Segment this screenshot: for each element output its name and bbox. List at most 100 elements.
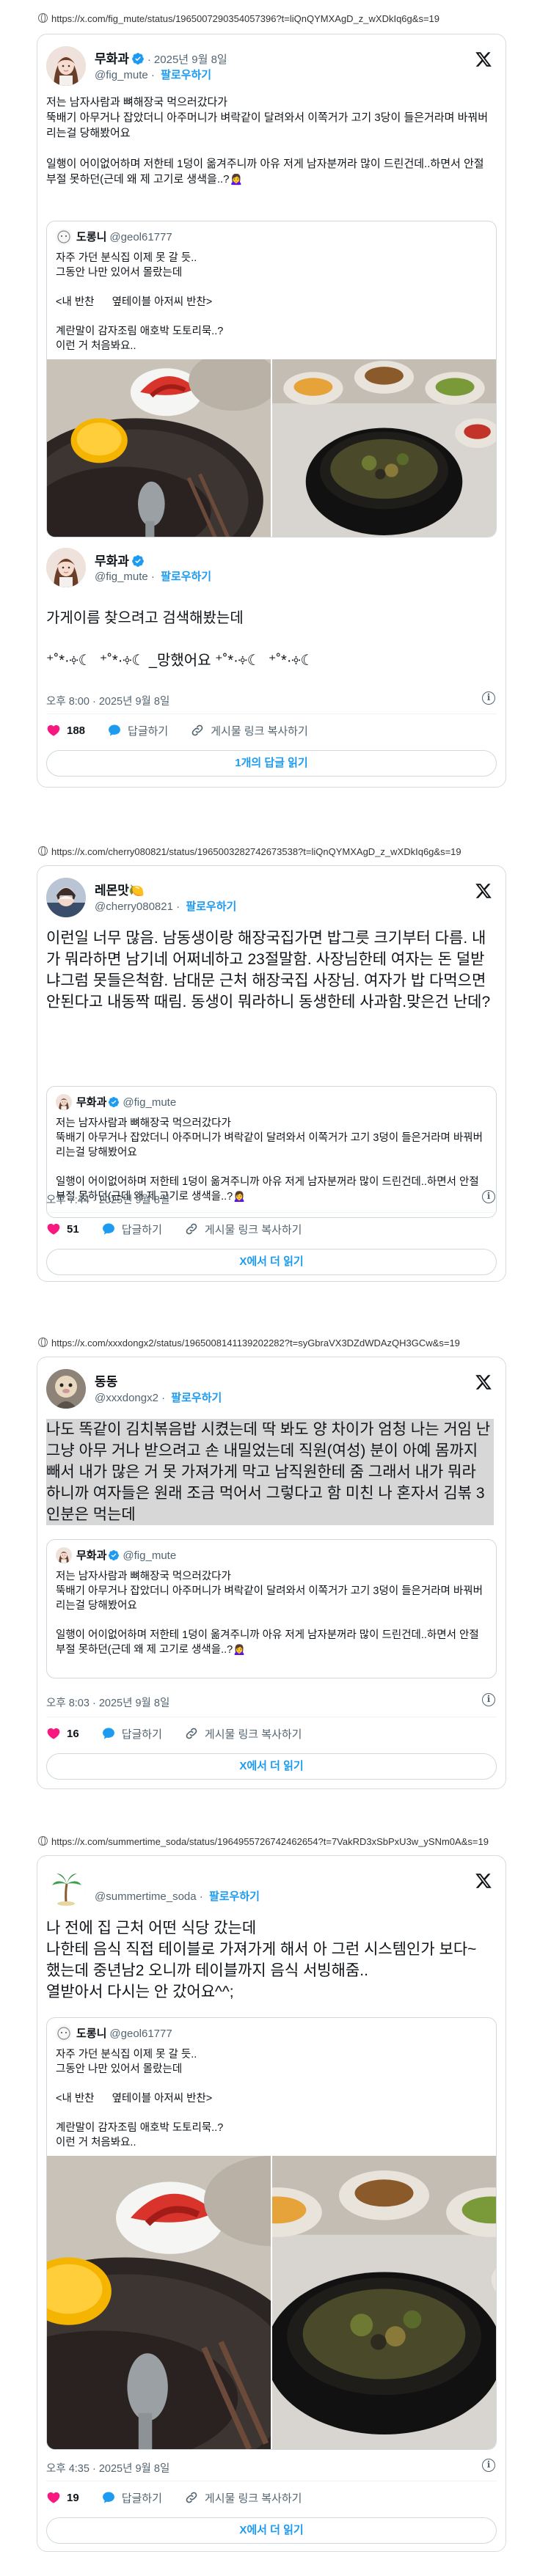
link-icon xyxy=(184,1222,199,1236)
reply-avatar[interactable] xyxy=(46,548,86,587)
author-name[interactable]: 동동 xyxy=(95,1375,117,1389)
read-more-button[interactable]: X에서 더 읽기 xyxy=(46,1249,497,1275)
copy-link-button[interactable]: 게시물 링크 복사하기 xyxy=(190,723,308,738)
tweet-text: 나도 똑같이 김치볶음밥 시켰는데 딱 봐도 양 차이가 엄청 나는 거임 난 … xyxy=(46,1419,494,1525)
url-text: https://x.com/summertime_soda/status/196… xyxy=(51,1835,489,1847)
author-name[interactable]: 레몬맛🍋 xyxy=(95,884,145,898)
action-bar: 19 답글하기 게시물 링크 복사하기 xyxy=(46,2488,497,2507)
quote-author-name: 도롱니 xyxy=(76,2028,107,2040)
like-count: 188 xyxy=(67,724,86,737)
globe-icon xyxy=(38,846,48,856)
avatar[interactable] xyxy=(46,46,86,86)
quote-author-handle: @fig_mute xyxy=(123,1549,177,1562)
like-button[interactable]: 51 xyxy=(46,1222,79,1236)
info-icon[interactable]: i xyxy=(482,691,495,705)
quote-text: 자주 가던 분식집 이제 못 갈 듯.. 그동안 나만 있어서 몰랐는데 <내 … xyxy=(56,2049,224,2148)
quote-avatar xyxy=(56,1094,72,1110)
read-more-button[interactable]: X에서 더 읽기 xyxy=(46,2517,497,2544)
tweet-timestamp[interactable]: 오후 8:03 · 2025년 9월 8일 xyxy=(46,1695,169,1710)
copy-link-button[interactable]: 게시물 링크 복사하기 xyxy=(184,2490,302,2506)
follow-button[interactable]: 팔로우하기 xyxy=(186,900,236,913)
tweet-text: 나 전에 집 근처 어떤 식당 갔는데 나한테 음식 직접 테이블로 가져가게 … xyxy=(46,1920,477,2000)
url-bar[interactable]: https://x.com/fig_mute/status/1965007290… xyxy=(0,10,551,26)
verified-badge-icon xyxy=(108,1096,120,1108)
heart-icon xyxy=(46,2490,61,2505)
reply-icon xyxy=(101,1726,116,1741)
info-icon[interactable]: i xyxy=(482,1190,495,1203)
globe-icon xyxy=(38,13,48,23)
screenshot-capture-2: https://x.com/cherry080821/status/196500… xyxy=(0,843,551,1283)
quote-avatar xyxy=(56,229,72,245)
follow-button[interactable]: 팔로우하기 xyxy=(209,1890,260,1903)
follow-button[interactable]: 팔로우하기 xyxy=(161,69,211,81)
info-icon[interactable]: i xyxy=(482,1693,495,1706)
x-logo-icon[interactable] xyxy=(475,882,492,900)
quote-photo-right[interactable] xyxy=(272,2156,496,2449)
author-handle[interactable]: @summertime_soda xyxy=(95,1890,197,1903)
like-count: 16 xyxy=(67,1727,79,1740)
author-handle[interactable]: @xxxdongx2 xyxy=(95,1392,158,1404)
quote-author-handle: @geol61777 xyxy=(109,2028,172,2040)
tweet-date[interactable]: 2025년 9월 8일 xyxy=(154,54,227,66)
url-text: https://x.com/fig_mute/status/1965007290… xyxy=(51,12,439,24)
tweet-card: 동동 @xxxdongx2 · 팔로우하기 나도 똑같이 김치볶음밥 시켰는데 … xyxy=(37,1357,506,1789)
reply-button[interactable]: 답글하기 xyxy=(101,1222,162,1237)
url-bar[interactable]: https://x.com/summertime_soda/status/196… xyxy=(0,1833,551,1849)
x-logo-icon[interactable] xyxy=(475,51,492,68)
tweet-header: @summertime_soda · 팔로우하기 xyxy=(46,1868,497,1909)
avatar[interactable] xyxy=(46,1369,86,1409)
author-handle[interactable]: @cherry080821 xyxy=(95,900,173,913)
heart-icon xyxy=(46,1222,61,1236)
quote-author-handle: @geol61777 xyxy=(109,231,172,243)
verified-badge-icon xyxy=(108,1549,120,1561)
quote-photo-left[interactable] xyxy=(47,2156,271,2449)
quoted-tweet[interactable]: 도롱니 @geol61777 자주 가던 분식집 이제 못 갈 듯.. 그동안 나… xyxy=(46,221,497,537)
avatar[interactable] xyxy=(46,878,86,917)
tweet-text: 이런일 너무 많음. 남동생이랑 해장국집가면 밥그릇 크기부터 다름. 내가 … xyxy=(46,930,491,1010)
tweet-card: 레몬맛🍋 @cherry080821 · 팔로우하기 이런일 너무 많음. 남동… xyxy=(37,865,506,1282)
avatar[interactable] xyxy=(46,1868,86,1907)
link-icon xyxy=(190,723,205,738)
action-bar: 16 답글하기 게시물 링크 복사하기 xyxy=(46,1724,497,1743)
copy-link-button[interactable]: 게시물 링크 복사하기 xyxy=(184,1726,302,1742)
reply-button[interactable]: 답글하기 xyxy=(101,2490,162,2506)
follow-button[interactable]: 팔로우하기 xyxy=(161,570,211,583)
tweet-timestamp[interactable]: 오후 7:44 · 2025년 9월 8일 xyxy=(46,1192,169,1207)
tweet-card: @summertime_soda · 팔로우하기 나 전에 집 근처 어떤 식당… xyxy=(37,1855,506,2552)
reply-author-handle[interactable]: @fig_mute xyxy=(95,570,148,583)
reply-button[interactable]: 답글하기 xyxy=(107,723,168,738)
tweet-timestamp[interactable]: 오후 4:35 · 2025년 9월 8일 xyxy=(46,2460,169,2476)
reply-timestamp[interactable]: 오후 8:00 · 2025년 9월 8일 xyxy=(46,693,169,708)
quote-author-handle: @fig_mute xyxy=(123,1096,177,1109)
x-logo-icon[interactable] xyxy=(475,1373,492,1391)
follow-button[interactable]: 팔로우하기 xyxy=(171,1392,222,1404)
quoted-tweet[interactable]: 도롱니 @geol61777 자주 가던 분식집 이제 못 갈 듯.. 그동안 나… xyxy=(46,2017,497,2450)
read-more-button[interactable]: X에서 더 읽기 xyxy=(46,1753,497,1780)
verified-badge-icon xyxy=(131,554,145,568)
read-replies-button[interactable]: 1개의 답글 읽기 xyxy=(46,750,497,777)
url-bar[interactable]: https://x.com/cherry080821/status/196500… xyxy=(0,843,551,859)
quote-photo-left[interactable] xyxy=(47,359,271,537)
quote-photo-right[interactable] xyxy=(272,359,496,537)
x-logo-icon[interactable] xyxy=(475,1872,492,1890)
like-button[interactable]: 16 xyxy=(46,1726,79,1741)
reply-author-name[interactable]: 무화과 xyxy=(95,554,129,568)
heart-icon xyxy=(46,723,61,738)
divider xyxy=(46,713,497,714)
globe-icon xyxy=(38,1836,48,1846)
screenshot-capture-3: https://x.com/xxxdongx2/status/196500814… xyxy=(0,1335,551,1804)
like-button[interactable]: 188 xyxy=(46,723,85,738)
quote-avatar xyxy=(56,1547,72,1563)
url-bar[interactable]: https://x.com/xxxdongx2/status/196500814… xyxy=(0,1335,551,1351)
info-icon[interactable]: i xyxy=(482,2459,495,2472)
copy-link-button[interactable]: 게시물 링크 복사하기 xyxy=(184,1222,302,1237)
author-name[interactable]: 무화과 xyxy=(95,52,129,66)
quote-avatar xyxy=(56,2025,72,2041)
reply-button[interactable]: 답글하기 xyxy=(101,1726,162,1742)
author-handle[interactable]: @fig_mute xyxy=(95,69,148,81)
quoted-tweet[interactable]: 무화과 @fig_mute 저는 남자사람과 뼈해장국 먹으러갔다가 뚝배기 아무… xyxy=(46,1539,497,1678)
like-button[interactable]: 19 xyxy=(46,2490,79,2505)
like-count: 51 xyxy=(67,1222,79,1236)
verified-badge-icon xyxy=(131,52,145,65)
tweet-header: 레몬맛🍋 @cherry080821 · 팔로우하기 xyxy=(46,878,497,919)
